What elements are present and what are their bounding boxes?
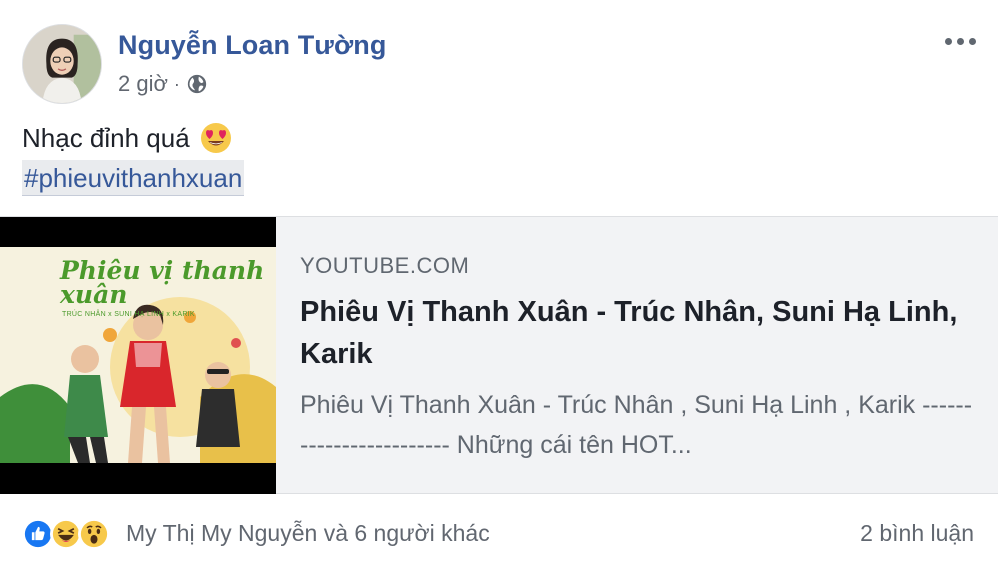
heart-eyes-emoji-icon	[200, 123, 231, 153]
more-dot	[944, 37, 952, 45]
thumbnail-subtitle: TRÚC NHÂN x SUNI HẠ LINH x KARIK	[62, 311, 195, 318]
link-title[interactable]: Phiêu Vị Thanh Xuân - Trúc Nhân, Suni Hạ…	[300, 291, 980, 375]
wow-reaction-icon[interactable]	[78, 518, 110, 550]
more-options-icon[interactable]	[940, 26, 980, 56]
post-footer: My Thị My Nguyễn và 6 người khác 2 bình …	[0, 494, 998, 570]
author-avatar[interactable]	[22, 24, 102, 104]
link-preview-card[interactable]: Phiêu vị thanh xuân TRÚC NHÂN x SUNI HẠ …	[0, 216, 998, 494]
globe-icon[interactable]	[186, 73, 208, 95]
thumbnail-artwork: Phiêu vị thanh xuân TRÚC NHÂN x SUNI HẠ …	[0, 247, 276, 463]
post-timestamp[interactable]: 2 giờ	[118, 71, 168, 97]
link-domain: YOUTUBE.COM	[300, 253, 470, 278]
link-description: Phiêu Vị Thanh Xuân - Trúc Nhân , Suni H…	[300, 391, 973, 459]
author-name[interactable]: Nguyễn Loan Tường	[118, 30, 386, 61]
feed-post: Nguyễn Loan Tường 2 giờ · Nhạc đỉnh quá …	[0, 0, 998, 570]
more-dot	[968, 37, 976, 45]
thumbnail-title: Phiêu vị thanh xuân	[60, 256, 265, 309]
post-message-text: Nhạc đỉnh quá	[22, 122, 190, 153]
post-message: Nhạc đỉnh quá	[22, 122, 232, 154]
reaction-icons[interactable]	[22, 518, 110, 550]
reactors-summary[interactable]: My Thị My Nguyễn và 6 người khác	[126, 520, 490, 547]
video-thumbnail[interactable]: Phiêu vị thanh xuân TRÚC NHÂN x SUNI HẠ …	[0, 217, 276, 494]
more-dot	[956, 37, 964, 45]
avatar-image	[23, 25, 101, 103]
link-preview-body[interactable]: YOUTUBE.COM Phiêu Vị Thanh Xuân - Trúc N…	[300, 253, 980, 465]
comments-count[interactable]: 2 bình luận	[860, 520, 974, 547]
meta-separator: ·	[173, 73, 180, 94]
hashtag-link[interactable]: #phieuvithanhxuan	[22, 160, 245, 196]
post-meta: 2 giờ ·	[118, 70, 208, 98]
